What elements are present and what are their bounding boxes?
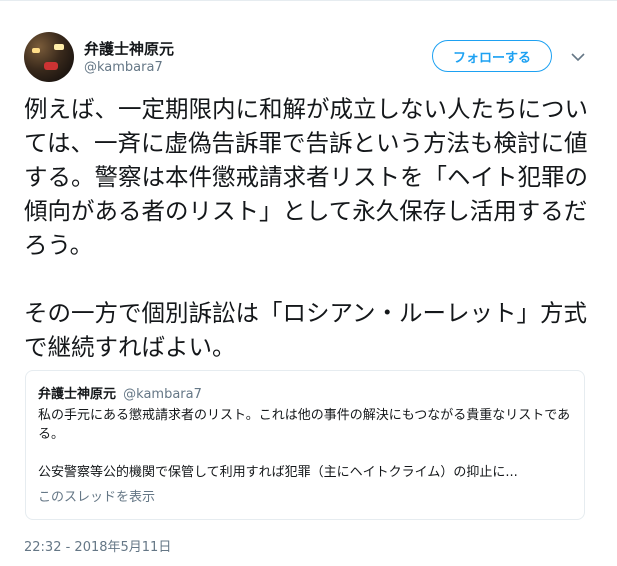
tweet-text: 例えば、一定期限内に和解が成立しない人たちについては、一斉に虚偽告訴罪で告訴とい…	[24, 95, 588, 361]
quoted-tweet-card[interactable]: 弁護士神原元 @kambara7 私の手元にある懲戒請求者のリスト。これは他の事…	[25, 370, 585, 520]
tweet-timestamp[interactable]: 22:32 - 2018年5月11日	[24, 536, 171, 555]
more-options-button[interactable]	[568, 46, 588, 66]
follow-button[interactable]: フォローする	[432, 40, 552, 72]
follow-button-label: フォローする	[452, 50, 531, 66]
avatar-detail	[32, 48, 40, 53]
chevron-down-icon	[571, 47, 585, 66]
quoted-tweet-header: 弁護士神原元 @kambara7	[38, 383, 572, 402]
avatar[interactable]	[24, 32, 74, 82]
avatar-detail	[44, 62, 58, 70]
top-divider	[0, 0, 617, 1]
avatar-detail	[54, 44, 64, 50]
tweet-header: 弁護士神原元 @kambara7 フォローする	[24, 32, 594, 84]
author-name[interactable]: 弁護士神原元	[84, 38, 174, 59]
quoted-author-handle: @kambara7	[123, 387, 202, 402]
quoted-tweet-text: 私の手元にある懲戒請求者のリスト。これは他の事件の解決にもつながる貴重なリストで…	[38, 408, 571, 480]
quoted-author-name: 弁護士神原元	[38, 387, 117, 402]
show-thread-link[interactable]: このスレッドを表示	[38, 486, 572, 505]
author-handle[interactable]: @kambara7	[84, 60, 163, 75]
